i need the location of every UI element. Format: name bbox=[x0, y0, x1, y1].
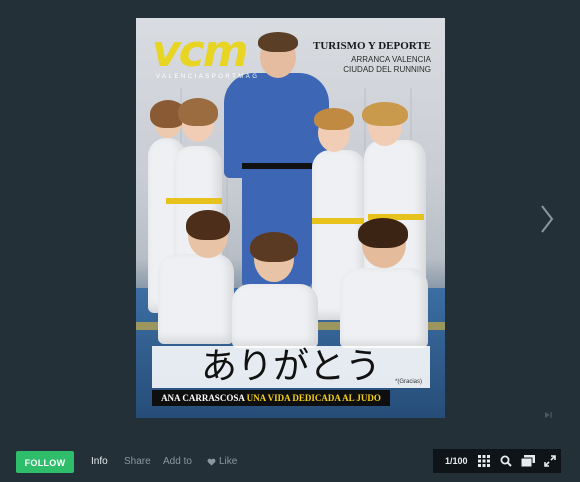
info-tab[interactable]: Info bbox=[91, 456, 108, 467]
magazine-cover[interactable]: vcm VALENCIASPORTMAG TURISMO Y DEPORTE A… bbox=[136, 18, 445, 418]
magazine-logo: vcm bbox=[152, 26, 249, 77]
viewer-toolbar: 1/100 bbox=[433, 449, 561, 473]
tagline-name: ANA CARRASCOSA bbox=[161, 393, 247, 403]
cover-headline: TURISMO Y DEPORTE ARRANCA VALENCIA CIUDA… bbox=[281, 40, 431, 74]
page-indicator: 1/100 bbox=[445, 456, 468, 466]
like-label: Like bbox=[219, 456, 238, 467]
like-button[interactable]: Like bbox=[207, 456, 237, 467]
share-link[interactable]: Share bbox=[124, 456, 151, 467]
search-icon[interactable] bbox=[495, 449, 517, 473]
next-page-arrow-icon[interactable] bbox=[537, 202, 557, 236]
headline-line-1: ARRANCA VALENCIA bbox=[351, 55, 431, 64]
magazine-logo-subtitle: VALENCIASPORTMAG bbox=[156, 74, 260, 80]
cover-tagline: ANA CARRASCOSA UNA VIDA DEDICADA AL JUDO bbox=[152, 390, 390, 406]
pages-icon[interactable] bbox=[517, 449, 539, 473]
cover-tagline-bar: ANA CARRASCOSA UNA VIDA DEDICADA AL JUDO bbox=[152, 390, 390, 406]
grid-icon[interactable] bbox=[473, 449, 495, 473]
add-to-link[interactable]: Add to bbox=[163, 456, 192, 467]
follow-button[interactable]: FOLLOW bbox=[16, 451, 74, 473]
cover-title-box: ありがとう *(Gracias) bbox=[152, 346, 430, 388]
cover-big-title: ありがとう bbox=[200, 346, 381, 387]
fullscreen-icon[interactable] bbox=[539, 449, 561, 473]
cover-title-note: *(Gracias) bbox=[394, 379, 422, 385]
headline-line-2: CIUDAD DEL RUNNING bbox=[343, 65, 431, 74]
last-page-icon[interactable] bbox=[543, 407, 553, 418]
heart-icon bbox=[207, 458, 216, 466]
tagline-highlight: UNA VIDA DEDICADA AL JUDO bbox=[246, 393, 381, 403]
headline-title: TURISMO Y DEPORTE bbox=[313, 40, 431, 52]
